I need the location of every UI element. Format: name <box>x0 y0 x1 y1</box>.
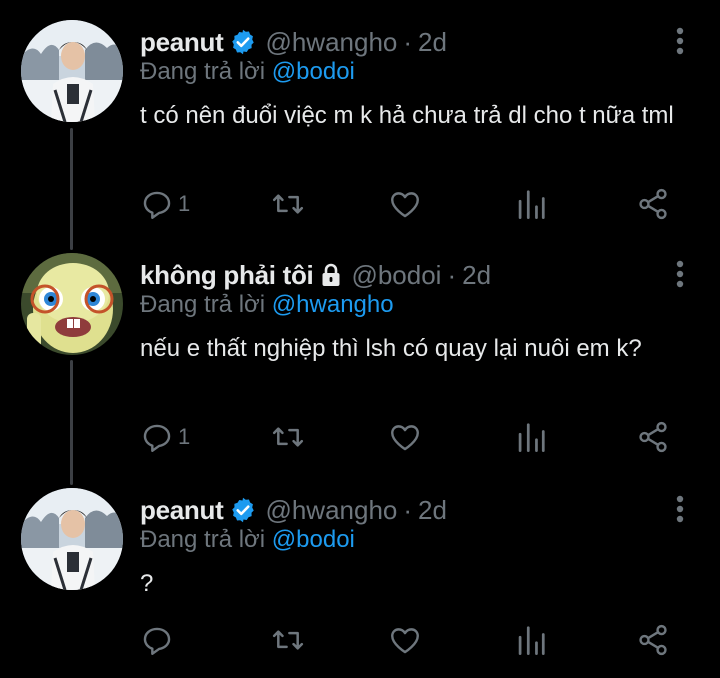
mention-link[interactable]: @bodoi <box>272 58 355 85</box>
tweet-text: t có nên đuổi việc m k hả chưa trả dl ch… <box>140 102 674 129</box>
like-button[interactable] <box>388 186 422 222</box>
replying-to-line: Đang trả lời @hwangho <box>140 291 394 319</box>
share-icon <box>636 420 670 454</box>
share-icon <box>636 187 670 221</box>
verified-badge-icon <box>229 28 257 56</box>
separator-dot: · <box>447 259 457 290</box>
replying-to-prefix: Đang trả lời <box>140 526 266 553</box>
user-handle[interactable]: @hwangho <box>265 27 397 58</box>
replying-to-line: Đang trả lời @bodoi <box>140 526 355 554</box>
analytics-button[interactable] <box>516 622 546 658</box>
heart-icon <box>388 187 422 221</box>
separator-dot: · <box>403 26 413 57</box>
action-bar: 1 <box>140 186 700 222</box>
timestamp[interactable]: 2d <box>462 260 491 291</box>
action-bar: 1 <box>140 419 700 455</box>
more-options-icon[interactable] <box>674 26 686 56</box>
retweet-button[interactable] <box>270 622 306 658</box>
more-options-icon[interactable] <box>674 494 686 524</box>
share-button[interactable] <box>636 622 670 658</box>
tweet[interactable]: không phải tôi @bodoi · 2d Đang trả lời … <box>0 245 720 471</box>
tweet[interactable]: peanut @hwangho · 2d Đang trả lời @bodoi… <box>0 480 720 678</box>
reply-count: 1 <box>178 191 191 216</box>
mention-link[interactable]: @bodoi <box>272 526 355 553</box>
retweet-icon <box>270 187 306 221</box>
reply-count: 1 <box>178 424 191 449</box>
reply-button[interactable] <box>140 622 178 658</box>
display-name[interactable]: không phải tôi <box>140 260 314 291</box>
analytics-icon <box>516 187 546 221</box>
share-button[interactable] <box>636 419 670 455</box>
more-options-icon[interactable] <box>674 259 686 289</box>
reply-icon <box>140 187 174 221</box>
retweet-icon <box>270 623 306 657</box>
reply-button[interactable]: 1 <box>140 419 190 455</box>
display-name[interactable]: peanut <box>140 27 224 58</box>
tweet[interactable]: peanut @hwangho · 2d Đang trả lời @bodoi… <box>0 12 720 238</box>
action-bar <box>140 622 700 658</box>
analytics-button[interactable] <box>516 419 546 455</box>
user-handle[interactable]: @bodoi <box>351 260 441 291</box>
reply-icon <box>140 623 174 657</box>
retweet-button[interactable] <box>270 186 306 222</box>
retweet-button[interactable] <box>270 419 306 455</box>
avatar[interactable] <box>21 20 123 122</box>
timestamp[interactable]: 2d <box>418 495 447 526</box>
avatar[interactable] <box>21 488 123 590</box>
like-button[interactable] <box>388 622 422 658</box>
analytics-icon <box>516 420 546 454</box>
replying-to-prefix: Đang trả lời <box>140 58 266 85</box>
heart-icon <box>388 420 422 454</box>
display-name[interactable]: peanut <box>140 495 224 526</box>
user-handle[interactable]: @hwangho <box>265 495 397 526</box>
retweet-icon <box>270 420 306 454</box>
mention-link[interactable]: @hwangho <box>272 291 394 318</box>
analytics-icon <box>516 623 546 657</box>
share-button[interactable] <box>636 186 670 222</box>
verified-badge-icon <box>229 496 257 524</box>
replying-to-line: Đang trả lời @bodoi <box>140 58 355 86</box>
reply-icon <box>140 420 174 454</box>
replying-to-prefix: Đang trả lời <box>140 291 266 318</box>
tweet-text: ? <box>140 570 154 597</box>
analytics-button[interactable] <box>516 186 546 222</box>
reply-button[interactable]: 1 <box>140 186 190 222</box>
tweet-text: nếu e thất nghiệp thì lsh có quay lại nu… <box>140 335 642 362</box>
like-button[interactable] <box>388 419 422 455</box>
separator-dot: · <box>403 494 413 525</box>
avatar[interactable] <box>21 253 123 355</box>
timestamp[interactable]: 2d <box>418 27 447 58</box>
share-icon <box>636 623 670 657</box>
heart-icon <box>388 623 422 657</box>
lock-icon <box>319 262 343 288</box>
